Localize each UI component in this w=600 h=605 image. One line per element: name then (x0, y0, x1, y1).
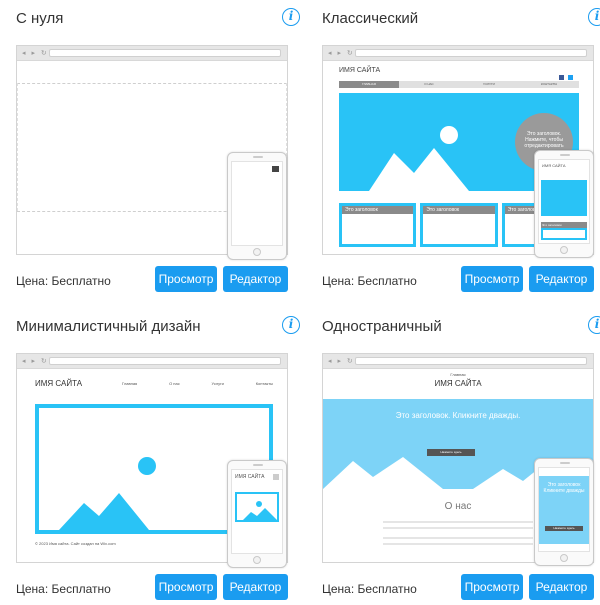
nav-item: УСЛУГИ (483, 82, 495, 86)
template-preview[interactable]: ◂ ▸ ↻ Главная ИМЯ САЙТА Это заголовок. К… (322, 348, 594, 570)
phone-site-name: ИМЯ САЙТА (542, 163, 566, 168)
template-card-classic: Классический i ◂ ▸ ↻ ИМЯ САЙТА ГЛАВНАЯ О… (322, 8, 600, 303)
info-icon[interactable]: i (588, 8, 600, 26)
menu-icon (273, 474, 279, 480)
nav-item: Услуги (211, 381, 224, 386)
phone-hero-button: Нажмите здесь (545, 526, 583, 531)
preview-button[interactable]: Просмотр (461, 574, 523, 600)
menu-icon (272, 166, 279, 172)
nav-bar: Главная О нас Услуги Контакты (122, 381, 273, 386)
info-icon[interactable]: i (282, 8, 300, 26)
phone-hero-heading: Это заголовок Кликните дважды (543, 482, 585, 494)
editor-button[interactable]: Редактор (223, 266, 288, 292)
footer-text: © 2023 Имя сайта. Сайт создан на Wix.com (35, 541, 116, 546)
editor-button[interactable]: Редактор (223, 574, 288, 600)
phone-frame: Это заголовок Кликните дважды Нажмите зд… (534, 458, 594, 566)
phone-frame: ИМЯ САЙТА (227, 460, 287, 568)
template-preview[interactable]: ◂ ▸ ↻ ИМЯ САЙТА Главная О нас Услуги Кон… (16, 348, 288, 570)
browser-bar: ◂ ▸ ↻ (17, 354, 287, 369)
landscape-icon (243, 501, 277, 520)
phone-frame (227, 152, 287, 260)
card-title: Классический (322, 10, 419, 27)
card-title: Одностраничный (322, 318, 442, 335)
info-icon[interactable]: i (282, 316, 300, 334)
nav-item: КОНТАКТЫ (540, 82, 558, 86)
browser-bar: ◂ ▸ ↻ (323, 46, 593, 61)
template-card-minimal: Минималистичный дизайн i ◂ ▸ ↻ ИМЯ САЙТА… (16, 316, 300, 605)
template-preview[interactable]: ◂ ▸ ↻ ИМЯ САЙТА ГЛАВНАЯ О НАС УСЛУГИ КОН… (322, 40, 594, 262)
browser-bar: ◂ ▸ ↻ (17, 46, 287, 61)
template-card-blank: С нуля i ◂ ▸ ↻ Цена: Бесплатно Просмотр … (16, 8, 300, 303)
nav-item: ГЛАВНАЯ (339, 81, 399, 88)
box-heading: Это заголовок (342, 206, 414, 214)
card-title: С нуля (16, 10, 64, 27)
template-preview[interactable]: ◂ ▸ ↻ (16, 40, 288, 262)
nav-bar: ГЛАВНАЯ О НАС УСЛУГИ КОНТАКТЫ (339, 81, 579, 88)
social-icons (559, 67, 579, 98)
nav-item: О НАС (424, 82, 434, 86)
info-icon[interactable]: i (588, 316, 600, 334)
preview-button[interactable]: Просмотр (155, 574, 217, 600)
nav-item: О нас (169, 381, 180, 386)
top-link: Главная (450, 372, 466, 377)
editor-button[interactable]: Редактор (529, 266, 594, 292)
price-label: Цена: Бесплатно (16, 274, 111, 288)
box-heading: Это заголовок (423, 206, 495, 214)
site-name: ИМЯ САЙТА (434, 379, 482, 388)
preview-button[interactable]: Просмотр (461, 266, 523, 292)
price-label: Цена: Бесплатно (322, 274, 417, 288)
editor-button[interactable]: Редактор (529, 574, 594, 600)
template-card-onepage: Одностраничный i ◂ ▸ ↻ Главная ИМЯ САЙТА… (322, 316, 600, 605)
price-label: Цена: Бесплатно (322, 582, 417, 596)
price-label: Цена: Бесплатно (16, 582, 111, 596)
browser-bar: ◂ ▸ ↻ (323, 354, 593, 369)
phone-frame: ИМЯ САЙТА Это заголовок (534, 150, 594, 258)
preview-button[interactable]: Просмотр (155, 266, 217, 292)
site-name: ИМЯ САЙТА (339, 67, 381, 74)
nav-item: Главная (122, 381, 138, 386)
phone-site-name: ИМЯ САЙТА (235, 474, 265, 480)
site-name: ИМЯ САЙТА (35, 379, 83, 388)
card-title: Минималистичный дизайн (16, 318, 201, 335)
nav-item: Контакты (255, 381, 273, 386)
